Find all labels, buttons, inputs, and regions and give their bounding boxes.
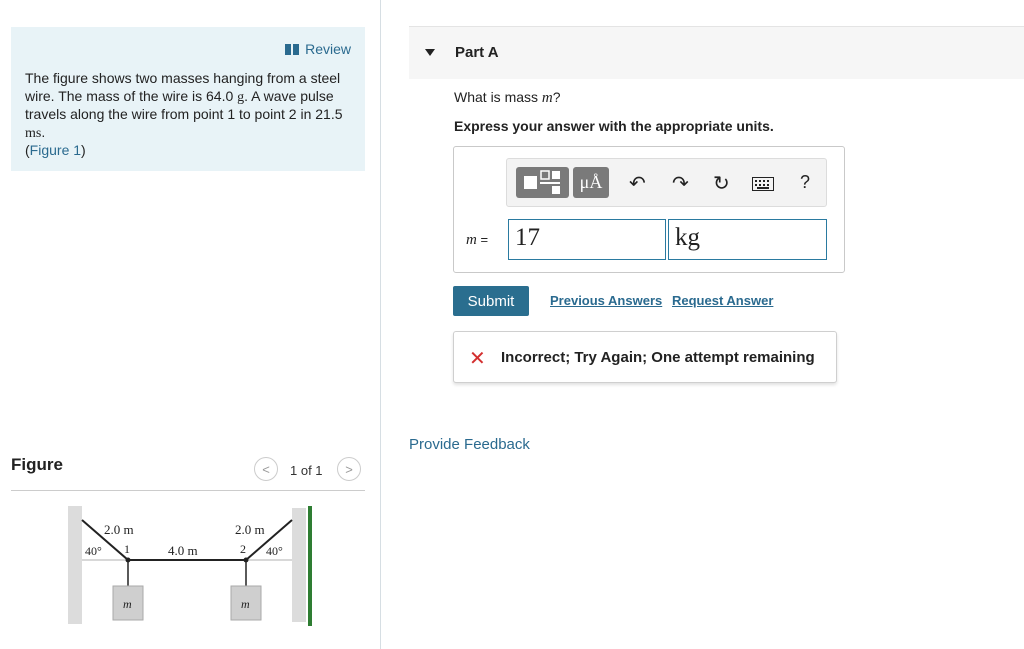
previous-answers-link[interactable]: Previous Answers	[550, 293, 662, 308]
problem-text: The figure shows two masses hanging from…	[25, 70, 343, 158]
submit-button[interactable]: Submit	[453, 286, 529, 316]
pane-divider	[380, 0, 381, 649]
left-length-label: 2.0 m	[104, 522, 134, 537]
point-1	[125, 557, 131, 563]
figure-prev-button[interactable]: <	[254, 457, 278, 481]
review-link[interactable]: Review	[285, 41, 351, 57]
right-length-label: 2.0 m	[235, 522, 265, 537]
figure-next-button[interactable]: >	[337, 457, 361, 481]
right-wall-edge	[308, 506, 312, 626]
point-2-label: 2	[240, 542, 246, 556]
point-1-label: 1	[124, 542, 130, 556]
right-wall	[292, 508, 306, 622]
units-button[interactable]: μÅ	[573, 167, 609, 198]
collapse-triangle-icon	[425, 49, 435, 56]
chevron-right-icon: >	[345, 461, 353, 477]
templates-button[interactable]	[516, 167, 569, 198]
feedback-message: ✕ Incorrect; Try Again; One attempt rema…	[453, 331, 837, 383]
error-x-icon: ✕	[469, 348, 486, 370]
answer-unit-input[interactable]: kg	[668, 219, 827, 260]
left-angle-label: 40°	[85, 544, 102, 558]
middle-length-label: 4.0 m	[168, 543, 198, 558]
feedback-text: Incorrect; Try Again; One attempt remain…	[501, 349, 815, 366]
math-toolbar: μÅ ↶ ↷ ↻ ?	[506, 158, 827, 207]
figure-title: Figure	[11, 455, 63, 474]
figure-pager: 1 of 1	[290, 463, 323, 478]
keyboard-icon[interactable]	[752, 177, 774, 191]
request-answer-link[interactable]: Request Answer	[672, 293, 773, 308]
help-button[interactable]: ?	[800, 172, 810, 193]
question-text: What is mass m?	[454, 89, 561, 106]
undo-icon[interactable]: ↶	[629, 171, 646, 196]
mass-right-label: m	[241, 597, 250, 611]
figure-link[interactable]: Figure 1	[30, 142, 81, 158]
point-2	[243, 557, 249, 563]
mass-left-label: m	[123, 597, 132, 611]
hanging-masses-figure: 2.0 m 2.0 m 4.0 m 40° 40° 1 2 m m	[68, 506, 312, 626]
book-icon	[285, 43, 300, 55]
left-wall	[68, 506, 82, 624]
templates-icon	[524, 170, 560, 194]
review-label: Review	[305, 41, 351, 57]
reset-icon[interactable]: ↻	[713, 171, 730, 196]
right-angle-label: 40°	[266, 544, 283, 558]
answer-box: μÅ ↶ ↷ ↻ ? m = 17 kg	[453, 146, 845, 273]
answer-value-input[interactable]: 17	[508, 219, 666, 260]
chevron-left-icon: <	[262, 461, 270, 477]
provide-feedback-link[interactable]: Provide Feedback	[409, 436, 530, 453]
part-a-header[interactable]: Part A	[409, 26, 1024, 79]
redo-icon[interactable]: ↷	[672, 171, 689, 196]
figure-divider	[11, 490, 365, 491]
answer-instruction: Express your answer with the appropriate…	[454, 118, 774, 134]
answer-variable-label: m =	[466, 232, 489, 248]
problem-panel: Review The figure shows two masses hangi…	[11, 27, 365, 171]
part-a-label: Part A	[455, 44, 499, 61]
